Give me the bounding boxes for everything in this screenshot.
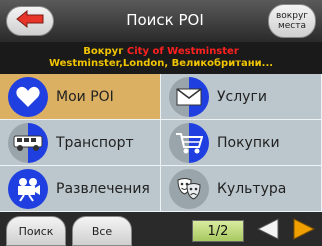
category-label: Развлечения	[56, 180, 150, 197]
header-bar: Поиск POI вокруг места	[0, 0, 322, 42]
prev-page-button[interactable]	[252, 216, 284, 246]
nearby-label-line2: места	[277, 21, 307, 31]
triangle-left-icon	[256, 217, 280, 245]
category-shopping[interactable]: Покупки	[161, 120, 322, 166]
footer-bar: Поиск Все 1/2	[0, 212, 322, 246]
location-bar: Вокруг City of Westminster Westminster,L…	[0, 42, 322, 74]
category-services[interactable]: Услуги	[161, 74, 322, 120]
category-entertainment[interactable]: Развлечения	[0, 166, 161, 212]
category-transport[interactable]: Транспорт	[0, 120, 161, 166]
page-title: Поиск POI	[126, 11, 204, 29]
search-button[interactable]: Поиск	[6, 216, 66, 246]
heart-icon	[8, 76, 48, 117]
nearby-place-button[interactable]: вокруг места	[268, 4, 316, 38]
location-line1: Вокруг City of Westminster	[0, 46, 322, 58]
back-arrow-icon	[15, 9, 45, 33]
category-label: Мои POI	[56, 88, 114, 105]
next-page-button[interactable]	[288, 216, 320, 246]
category-culture[interactable]: Культура	[161, 166, 322, 212]
location-address: Westminster,London, Великобритани...	[48, 58, 274, 69]
category-label: Услуги	[217, 88, 267, 105]
location-city: City of Westminster	[126, 46, 239, 57]
location-prefix: Вокруг	[83, 46, 124, 57]
category-label: Культура	[217, 180, 287, 197]
nearby-label-line1: вокруг	[275, 11, 308, 21]
theater-masks-icon	[169, 168, 209, 209]
bus-icon	[8, 122, 48, 163]
category-my-poi[interactable]: Мои POI	[0, 74, 161, 120]
back-button[interactable]	[6, 6, 54, 36]
page-indicator: 1/2	[192, 220, 244, 242]
category-grid: Мои POI Услуги Транспорт Покупки Развлеч…	[0, 74, 322, 212]
triangle-right-icon	[292, 217, 316, 245]
all-button[interactable]: Все	[72, 216, 132, 246]
shopping-cart-icon	[169, 122, 209, 163]
category-label: Покупки	[217, 134, 280, 151]
camera-icon	[8, 168, 48, 209]
category-label: Транспорт	[56, 134, 134, 151]
envelope-icon	[169, 76, 209, 117]
